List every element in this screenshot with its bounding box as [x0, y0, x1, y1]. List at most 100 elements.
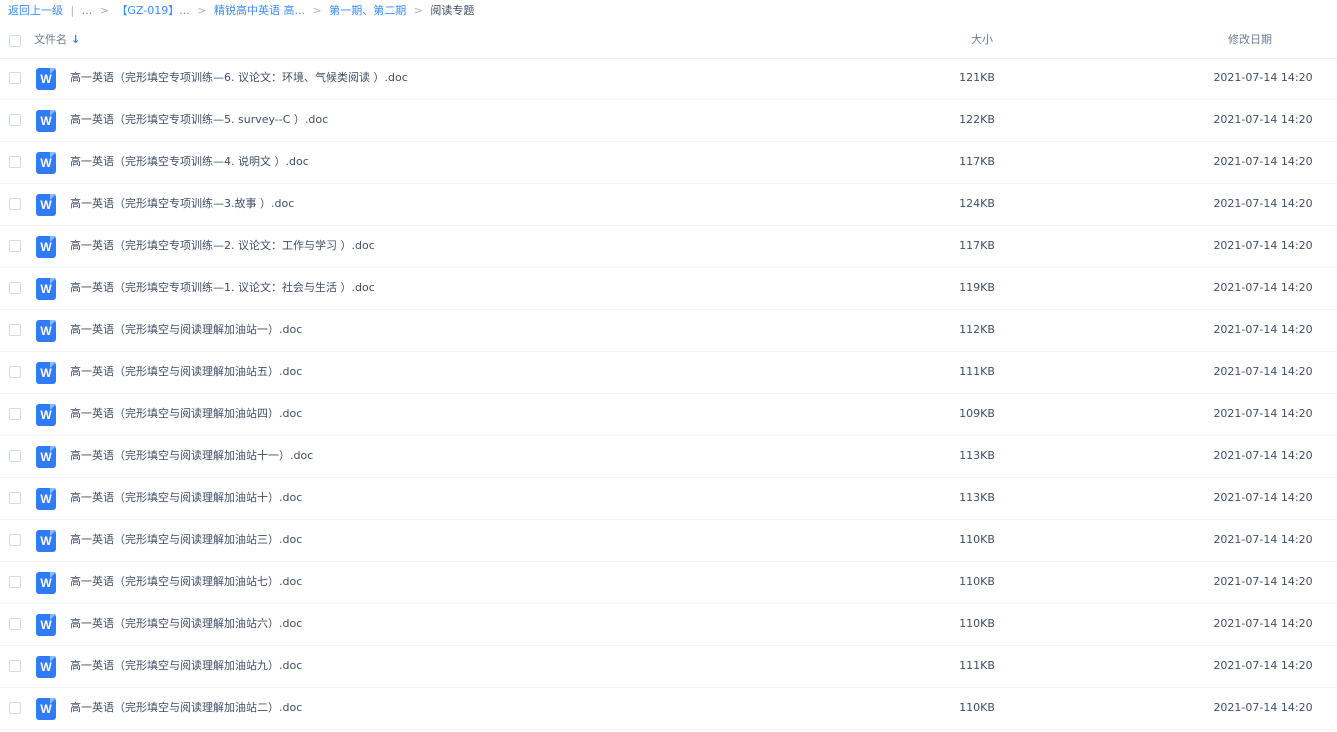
file-name-link[interactable]: 高一英语（完形填空与阅读理解加油站三）.doc [70, 532, 302, 548]
file-name-link[interactable]: 高一英语（完形填空与阅读理解加油站九）.doc [70, 658, 302, 674]
file-row[interactable]: W 高一英语（完形填空专项训练—5. survey--C ）.doc 122KB 20… [0, 100, 1337, 142]
file-size: 110KB [959, 617, 995, 630]
word-doc-icon: W [36, 320, 56, 342]
file-size: 112KB [959, 323, 995, 336]
file-size: 110KB [959, 533, 995, 546]
arrow-down-icon[interactable]: ↓ [71, 33, 80, 46]
file-name-link[interactable]: 高一英语（完形填空专项训练—4. 说明文 ）.doc [70, 154, 309, 170]
row-checkbox[interactable] [9, 282, 21, 294]
file-row[interactable]: W 高一英语（完形填空与阅读理解加油站七）.doc 110KB 2021-07-14 … [0, 562, 1337, 604]
row-checkbox[interactable] [9, 492, 21, 504]
file-modified-date: 2021-07-14 14:20 [1213, 239, 1313, 252]
file-size: 124KB [959, 197, 995, 210]
word-doc-icon: W [36, 698, 56, 720]
file-list-header: 文件名 ↓ 大小 修改日期 [0, 22, 1337, 59]
row-checkbox[interactable] [9, 324, 21, 336]
row-checkbox[interactable] [9, 660, 21, 672]
row-checkbox[interactable] [9, 114, 21, 126]
file-row[interactable]: W 高一英语（完形填空专项训练—1. 议论文：社会与生活 ）.doc 119KB 20… [0, 268, 1337, 310]
row-checkbox[interactable] [9, 366, 21, 378]
file-size: 117KB [959, 239, 995, 252]
file-modified-date: 2021-07-14 14:20 [1213, 533, 1313, 546]
row-checkbox[interactable] [9, 534, 21, 546]
file-row[interactable]: W 高一英语（完形填空与阅读理解加油站十一）.doc 113KB 2021-07-14… [0, 436, 1337, 478]
file-name-link[interactable]: 高一英语（完形填空与阅读理解加油站十一）.doc [70, 448, 313, 464]
row-checkbox[interactable] [9, 240, 21, 252]
breadcrumb-separator: > [99, 4, 109, 17]
row-checkbox[interactable] [9, 408, 21, 420]
file-name-link[interactable]: 高一英语（完形填空与阅读理解加油站六）.doc [70, 616, 302, 632]
file-modified-date: 2021-07-14 14:20 [1213, 323, 1313, 336]
file-name-link[interactable]: 高一英语（完形填空与阅读理解加油站五）.doc [70, 364, 302, 380]
file-row[interactable]: W 高一英语（完形填空与阅读理解加油站二）.doc 110KB 2021-07-14 … [0, 688, 1337, 730]
back-link[interactable]: 返回上一级 [8, 4, 63, 17]
breadcrumb-item[interactable]: 【GZ-019】... [116, 4, 189, 17]
file-name-link[interactable]: 高一英语（完形填空专项训练—3.故事 ）.doc [70, 196, 294, 212]
column-header-date[interactable]: 修改日期 [1200, 33, 1300, 47]
file-row[interactable]: W 高一英语（完形填空专项训练—6. 议论文：环境、气候类阅读 ）.doc 121K… [0, 58, 1337, 100]
breadcrumb-item[interactable]: 精锐高中英语 高... [214, 4, 305, 17]
file-modified-date: 2021-07-14 14:20 [1213, 617, 1313, 630]
word-doc-icon: W [36, 68, 56, 90]
column-header-name[interactable]: 文件名 ↓ [34, 33, 80, 47]
file-name-link[interactable]: 高一英语（完形填空与阅读理解加油站十）.doc [70, 490, 302, 506]
file-list: W 高一英语（完形填空专项训练—6. 议论文：环境、气候类阅读 ）.doc 121K… [0, 58, 1337, 730]
column-header-size[interactable]: 大小 [962, 33, 1002, 47]
breadcrumb-ellipsis[interactable]: ... [82, 4, 93, 17]
file-name-link[interactable]: 高一英语（完形填空专项训练—2. 议论文：工作与学习 ）.doc [70, 238, 375, 254]
file-name-link[interactable]: 高一英语（完形填空与阅读理解加油站七）.doc [70, 574, 302, 590]
file-name-link[interactable]: 高一英语（完形填空与阅读理解加油站一）.doc [70, 322, 302, 338]
file-name-link[interactable]: 高一英语（完形填空专项训练—6. 议论文：环境、气候类阅读 ）.doc [70, 70, 408, 86]
word-doc-icon: W [36, 614, 56, 636]
file-modified-date: 2021-07-14 14:20 [1213, 113, 1313, 126]
word-doc-icon: W [36, 488, 56, 510]
file-size: 111KB [959, 365, 995, 378]
row-checkbox[interactable] [9, 618, 21, 630]
row-checkbox[interactable] [9, 702, 21, 714]
breadcrumb-separator: > [413, 4, 423, 17]
file-size: 119KB [959, 281, 995, 294]
breadcrumb-divider: | [70, 4, 75, 17]
column-header-name-label: 文件名 [34, 33, 67, 46]
file-row[interactable]: W 高一英语（完形填空专项训练—2. 议论文：工作与学习 ）.doc 117KB 20… [0, 226, 1337, 268]
file-modified-date: 2021-07-14 14:20 [1213, 155, 1313, 168]
row-checkbox[interactable] [9, 576, 21, 588]
file-size: 121KB [959, 71, 995, 84]
breadcrumb-separator: > [312, 4, 322, 17]
word-doc-icon: W [36, 404, 56, 426]
file-modified-date: 2021-07-14 14:20 [1213, 407, 1313, 420]
word-doc-icon: W [36, 446, 56, 468]
breadcrumb: 返回上一级 | ... > 【GZ-019】... > 精锐高中英语 高... … [8, 3, 474, 19]
row-checkbox[interactable] [9, 156, 21, 168]
file-size: 110KB [959, 575, 995, 588]
row-checkbox[interactable] [9, 198, 21, 210]
file-row[interactable]: W 高一英语（完形填空与阅读理解加油站五）.doc 111KB 2021-07-14 … [0, 352, 1337, 394]
file-modified-date: 2021-07-14 14:20 [1213, 449, 1313, 462]
file-modified-date: 2021-07-14 14:20 [1213, 491, 1313, 504]
word-doc-icon: W [36, 278, 56, 300]
file-name-link[interactable]: 高一英语（完形填空专项训练—1. 议论文：社会与生活 ）.doc [70, 280, 375, 296]
row-checkbox[interactable] [9, 72, 21, 84]
file-modified-date: 2021-07-14 14:20 [1213, 701, 1313, 714]
breadcrumb-item[interactable]: 第一期、第二期 [329, 4, 406, 17]
word-doc-icon: W [36, 656, 56, 678]
file-row[interactable]: W 高一英语（完形填空与阅读理解加油站九）.doc 111KB 2021-07-14 … [0, 646, 1337, 688]
file-row[interactable]: W 高一英语（完形填空与阅读理解加油站一）.doc 112KB 2021-07-14 … [0, 310, 1337, 352]
file-row[interactable]: W 高一英语（完形填空专项训练—4. 说明文 ）.doc 117KB 2021-07-… [0, 142, 1337, 184]
file-row[interactable]: W 高一英语（完形填空与阅读理解加油站四）.doc 109KB 2021-07-14 … [0, 394, 1337, 436]
word-doc-icon: W [36, 572, 56, 594]
file-name-link[interactable]: 高一英语（完形填空与阅读理解加油站四）.doc [70, 406, 302, 422]
file-row[interactable]: W 高一英语（完形填空与阅读理解加油站十）.doc 113KB 2021-07-14 … [0, 478, 1337, 520]
select-all-checkbox[interactable] [9, 35, 21, 47]
file-name-link[interactable]: 高一英语（完形填空专项训练—5. survey--C ）.doc [70, 112, 328, 128]
file-modified-date: 2021-07-14 14:20 [1213, 365, 1313, 378]
file-name-link[interactable]: 高一英语（完形填空与阅读理解加油站二）.doc [70, 700, 302, 716]
row-checkbox[interactable] [9, 450, 21, 462]
file-row[interactable]: W 高一英语（完形填空与阅读理解加油站六）.doc 110KB 2021-07-14 … [0, 604, 1337, 646]
file-row[interactable]: W 高一英语（完形填空与阅读理解加油站三）.doc 110KB 2021-07-14 … [0, 520, 1337, 562]
word-doc-icon: W [36, 362, 56, 384]
breadcrumb-current: 阅读专题 [430, 4, 475, 17]
file-modified-date: 2021-07-14 14:20 [1213, 575, 1313, 588]
file-row[interactable]: W 高一英语（完形填空专项训练—3.故事 ）.doc 124KB 2021-07-14… [0, 184, 1337, 226]
file-size: 113KB [959, 449, 995, 462]
